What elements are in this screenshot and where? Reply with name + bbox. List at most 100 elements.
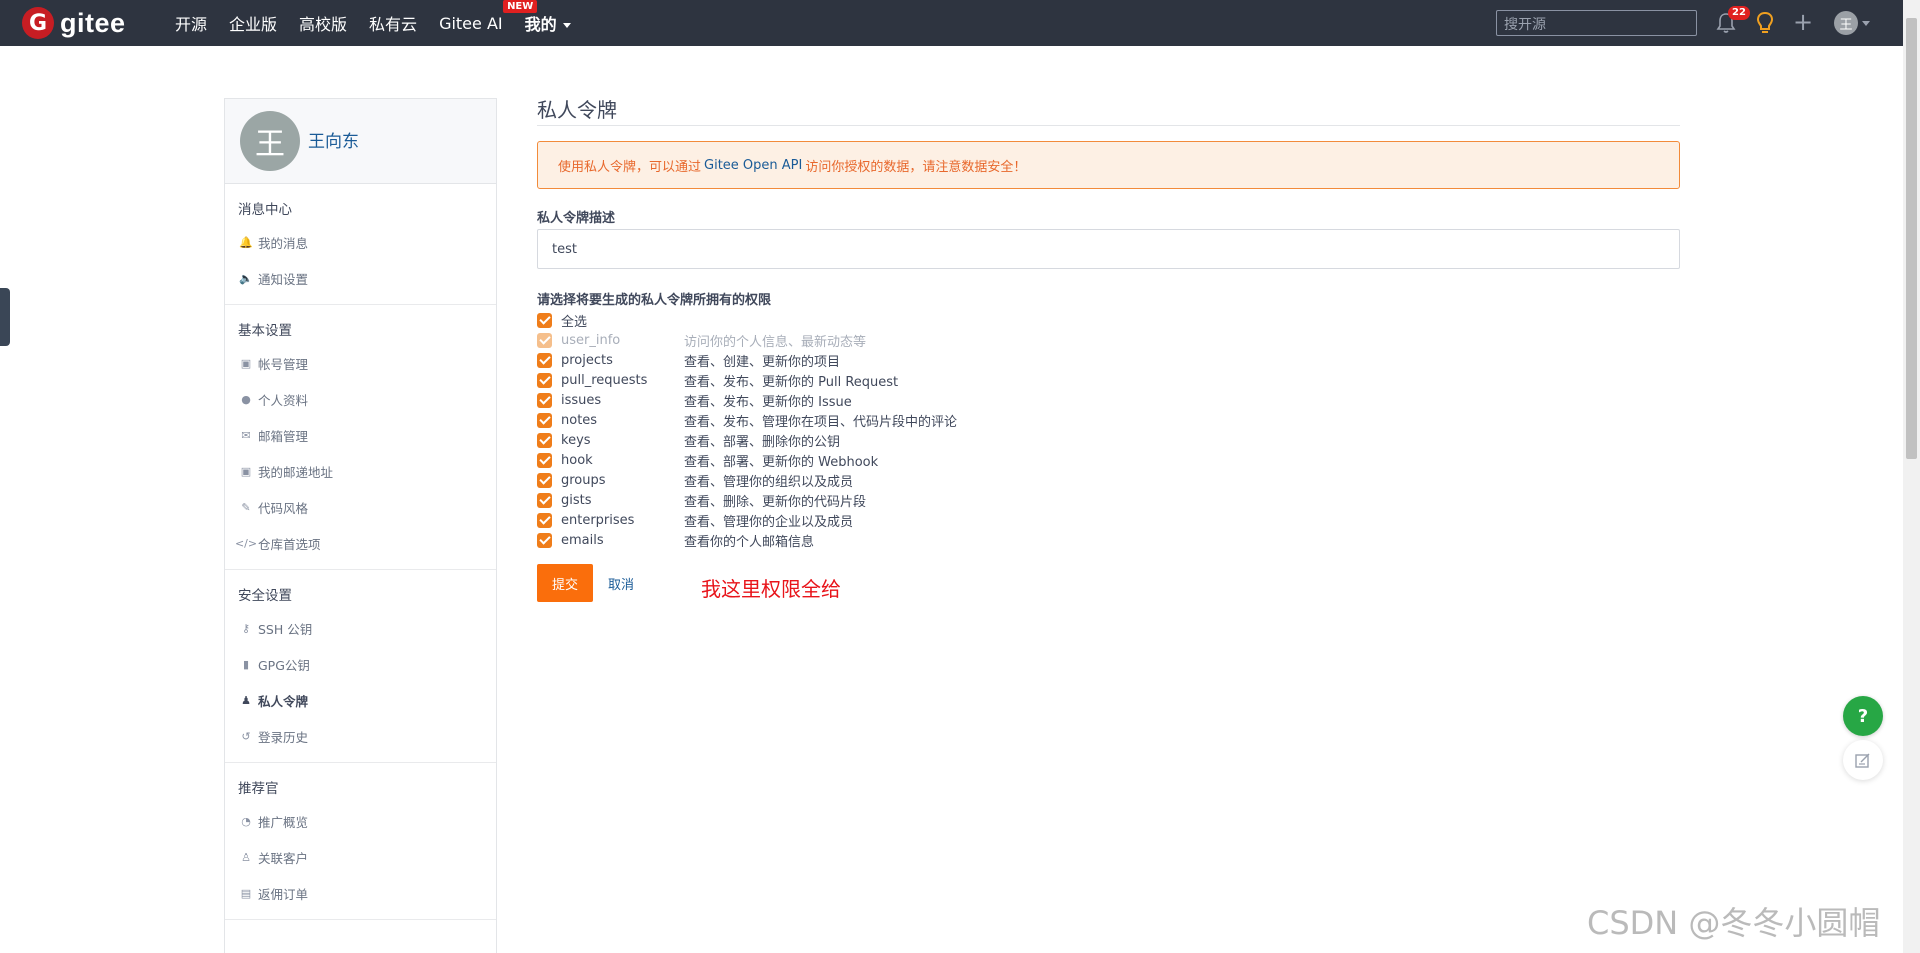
sidebar-sections: 消息中心 🔔 我的消息 🔈 通知设置 基本设置 ▣ 帐号管理 ● 个人资料 ✉ 邮箱管理 ▣ 我的邮递地址… (225, 184, 496, 920)
settings-sidebar: 王 王向东 消息中心 🔔 我的消息 🔈 通知设置 基本设置 ▣ 帐号管理 ● 个人资料 ✉ 邮箱管理 ▣… (224, 98, 497, 953)
permission-description: 查看、管理你的企业以及成员 (684, 514, 854, 530)
permission-checkbox[interactable] (537, 372, 552, 388)
select-all-row[interactable]: 全选 (537, 310, 1680, 330)
sidebar-item-label: GPG公钥 (258, 657, 310, 673)
sidebar-section: 基本设置 ▣ 帐号管理 ● 个人资料 ✉ 邮箱管理 ▣ 我的邮递地址 ✎ 代码风格 </> 仓库首选项 (225, 305, 496, 570)
mail-icon: ✉ (241, 428, 251, 442)
sidebar-item[interactable]: ♟ 私人令牌 (225, 682, 496, 718)
sidebar-item-label: 我的邮递地址 (258, 464, 334, 480)
permission-row[interactable]: notes 查看、发布、管理你在项目、代码片段中的评论 (537, 410, 1680, 430)
permission-name: emails (561, 532, 604, 548)
side-edge-widget[interactable] (0, 288, 10, 346)
permission-checkbox[interactable] (537, 512, 552, 528)
permission-name: user_info (561, 332, 621, 348)
select-all-checkbox[interactable] (537, 312, 552, 328)
sidebar-item-label: 我的消息 (258, 235, 309, 251)
permission-checkbox[interactable] (537, 472, 552, 488)
nav-item-private-cloud[interactable]: 私有云 (369, 11, 417, 35)
permission-checkbox[interactable] (537, 392, 552, 408)
profile-name-link[interactable]: 王向东 (308, 127, 359, 152)
permission-name: issues (561, 392, 602, 408)
top-navbar: G gitee 开源 企业版 高校版 私有云 Gitee AI NEW 我的 搜… (0, 0, 1920, 46)
sidebar-item-label: 关联客户 (258, 850, 309, 866)
permission-checkbox[interactable] (537, 532, 552, 548)
key-icon: ⚷ (241, 621, 251, 635)
permission-checkbox[interactable] (537, 452, 552, 468)
cancel-button[interactable]: 取消 (608, 574, 634, 593)
profile-card: 王 王向东 (225, 99, 496, 184)
permission-row[interactable]: issues 查看、发布、更新你的 Issue (537, 390, 1680, 410)
sidebar-item[interactable]: ↺ 登录历史 (225, 718, 496, 754)
sidebar-item[interactable]: ▤ 返佣订单 (225, 875, 496, 911)
permission-description: 查看、删除、更新你的代码片段 (684, 494, 867, 510)
nav-item-mine[interactable]: 我的 (525, 11, 571, 35)
avatar-chevron-down-icon[interactable] (1862, 21, 1870, 26)
gitee-logo[interactable]: G gitee (22, 7, 126, 39)
sidebar-item[interactable]: ♙ 关联客户 (225, 839, 496, 875)
token-description-input[interactable]: test (537, 229, 1680, 269)
sidebar-item[interactable]: ▮ GPG公钥 (225, 646, 496, 682)
sidebar-item[interactable]: ◔ 推广概览 (225, 803, 496, 839)
speaker-icon: 🔈 (239, 271, 253, 285)
sidebar-item-label: 仓库首选项 (258, 536, 321, 552)
help-button[interactable]: ? (1843, 696, 1883, 736)
sidebar-item-label: 通知设置 (258, 271, 309, 287)
permission-row[interactable]: hook 查看、部署、更新你的 Webhook (537, 450, 1680, 470)
mine-label: 我的 (524, 15, 557, 34)
permission-checkbox[interactable] (537, 412, 552, 428)
user-avatar-small[interactable]: 王 (1834, 11, 1858, 35)
submit-button[interactable]: 提交 (537, 564, 593, 602)
search-input[interactable]: 搜开源 (1496, 10, 1697, 36)
nav-item-enterprise[interactable]: 企业版 (229, 11, 277, 35)
permission-name: gists (561, 492, 592, 508)
permission-name: projects (561, 352, 613, 368)
sidebar-item[interactable]: ✎ 代码风格 (225, 489, 496, 525)
sidebar-item-label: 帐号管理 (258, 356, 309, 372)
lightbulb-icon[interactable] (1756, 11, 1774, 35)
nav-item-open-source[interactable]: 开源 (175, 11, 207, 35)
permission-checkbox[interactable] (537, 352, 552, 368)
main-content: 私人令牌 使用私人令牌，可以通过 Gitee Open API 访问你授权的数据… (537, 94, 1680, 602)
sidebar-section-title: 消息中心 (238, 202, 292, 218)
permission-name: groups (561, 472, 606, 488)
bell-icon: 🔔 (239, 235, 253, 249)
token-description-label: 私人令牌描述 (537, 211, 616, 226)
open-api-link[interactable]: Gitee Open API (704, 158, 802, 173)
permission-row[interactable]: keys 查看、部署、删除你的公钥 (537, 430, 1680, 450)
permission-row[interactable]: user_info 访问你的个人信息、最新动态等 (537, 330, 1680, 350)
sidebar-item[interactable]: 🔈 通知设置 (225, 260, 496, 296)
permission-name: keys (561, 432, 591, 448)
feedback-button[interactable] (1843, 740, 1883, 780)
create-plus-icon[interactable]: + (1793, 9, 1813, 35)
sidebar-section-title: 基本设置 (238, 323, 292, 339)
sidebar-item[interactable]: 🔔 我的消息 (225, 224, 496, 260)
permissions-label: 请选择将要生成的私人令牌所拥有的权限 (537, 293, 772, 308)
alert-suffix: 访问你授权的数据，请注意数据安全！ (805, 159, 1027, 175)
permission-description: 查看、发布、更新你的 Issue (684, 394, 852, 410)
gitee-logo-icon: G (22, 7, 54, 39)
permission-name: notes (561, 412, 598, 428)
sidebar-item[interactable]: </> 仓库首选项 (225, 525, 496, 561)
sidebar-section: 消息中心 🔔 我的消息 🔈 通知设置 (225, 184, 496, 305)
nav-item-education[interactable]: 高校版 (299, 11, 347, 35)
sidebar-item[interactable]: ● 个人资料 (225, 381, 496, 417)
scrollbar-thumb[interactable] (1906, 18, 1917, 459)
permission-row[interactable]: enterprises 查看、管理你的企业以及成员 (537, 510, 1680, 530)
sidebar-item[interactable]: ✉ 邮箱管理 (225, 417, 496, 453)
permission-description: 查看、发布、更新你的 Pull Request (684, 374, 899, 390)
permission-row[interactable]: pull_requests 查看、发布、更新你的 Pull Request (537, 370, 1680, 390)
nav-item-gitee-ai[interactable]: Gitee AI NEW (439, 0, 538, 33)
id-card-icon: ▣ (240, 356, 252, 370)
sidebar-item[interactable]: ⚷ SSH 公钥 (225, 610, 496, 646)
avatar[interactable]: 王 (240, 111, 300, 171)
permission-row[interactable]: projects 查看、创建、更新你的项目 (537, 350, 1680, 370)
permission-row[interactable]: emails 查看你的个人邮箱信息 (537, 530, 1680, 550)
sidebar-item[interactable]: ▣ 我的邮递地址 (225, 453, 496, 489)
permission-description: 查看、部署、删除你的公钥 (684, 434, 841, 450)
permission-checkbox[interactable] (537, 432, 552, 448)
sidebar-item[interactable]: ▣ 帐号管理 (225, 345, 496, 381)
permission-row[interactable]: groups 查看、管理你的组织以及成员 (537, 470, 1680, 490)
dashboard-icon: ◔ (241, 814, 251, 828)
permission-checkbox[interactable] (537, 492, 552, 508)
permission-row[interactable]: gists 查看、删除、更新你的代码片段 (537, 490, 1680, 510)
